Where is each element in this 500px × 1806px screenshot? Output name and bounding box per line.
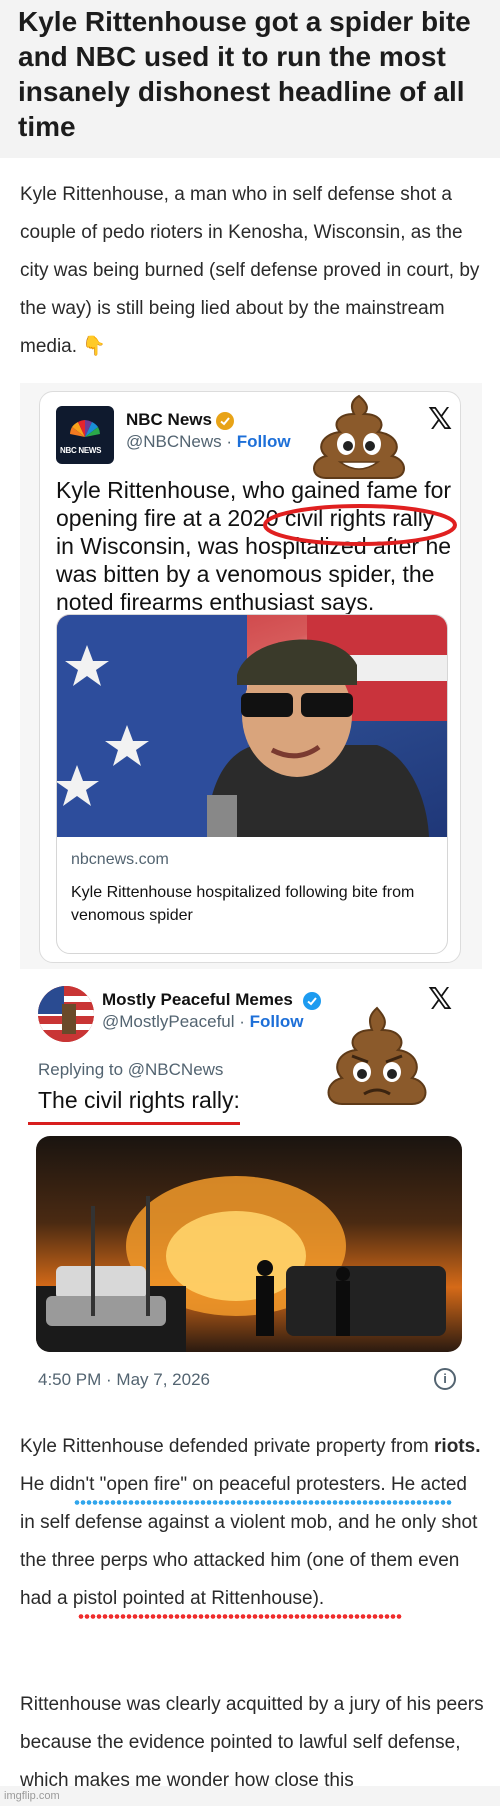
tweet-card-nbc[interactable]: NBC NEWS NBC News @NBCNews · Follow 𝕏 Ky… bbox=[39, 391, 461, 963]
link-domain: nbcnews.com bbox=[71, 851, 169, 868]
nbc-avatar-label: NBC NEWS bbox=[60, 446, 102, 455]
link-preview-image[interactable] bbox=[57, 615, 447, 837]
nbc-peacock-logo-icon bbox=[62, 420, 108, 452]
gold-verified-badge-icon bbox=[216, 412, 234, 430]
nbc-avatar[interactable]: NBC NEWS bbox=[56, 406, 114, 464]
riot-fire-photo[interactable] bbox=[36, 1136, 462, 1352]
intro-text: Kyle Rittenhouse, a man who in self defe… bbox=[20, 184, 480, 357]
x-logo-icon[interactable]: 𝕏 bbox=[428, 402, 452, 437]
headline-box: Kyle Rittenhouse got a spider bite and N… bbox=[0, 0, 500, 158]
follow-memes-button[interactable]: Follow bbox=[250, 1012, 304, 1031]
link-preview-card[interactable]: nbcnews.com Kyle Rittenhouse hospitalize… bbox=[56, 614, 448, 954]
handle-separator: · bbox=[234, 1012, 250, 1031]
info-icon[interactable]: i bbox=[434, 1368, 456, 1390]
poop-emoji-worried-icon bbox=[327, 1006, 427, 1105]
link-title: Kyle Rittenhouse hospitalized following … bbox=[71, 884, 415, 924]
imgflip-watermark: imgflip.com bbox=[4, 1790, 60, 1802]
body-paragraph-2: Kyle Rittenhouse defended private proper… bbox=[20, 1428, 485, 1618]
replying-to[interactable]: Replying to @NBCNews bbox=[38, 1060, 223, 1080]
para2-bold-word: riots. bbox=[434, 1436, 481, 1457]
body-paragraph-3: Rittenhouse was clearly acquitted by a j… bbox=[20, 1694, 484, 1791]
nbc-author-name[interactable]: NBC News bbox=[126, 410, 212, 430]
pointing-down-emoji: 👇 bbox=[82, 336, 106, 357]
photo-illustration bbox=[57, 615, 447, 837]
nbc-handle[interactable]: @NBCNews bbox=[126, 432, 222, 451]
red-dotted-underline-annotation bbox=[78, 1614, 402, 1619]
footer-bar bbox=[0, 1786, 500, 1806]
memes-tweet-text: The civil rights rally: bbox=[38, 1087, 240, 1113]
poop-emoji-smiling-icon bbox=[313, 394, 405, 479]
tweet-timestamp[interactable]: 4:50 PM · May 7, 2026 bbox=[38, 1370, 210, 1390]
tweet-embed-memes: Mostly Peaceful Memes @MostlyPeaceful · … bbox=[20, 972, 482, 1414]
red-underline-annotation bbox=[28, 1122, 240, 1125]
memes-handle[interactable]: @MostlyPeaceful bbox=[102, 1012, 235, 1031]
nbc-handle-row: @NBCNews · Follow bbox=[126, 432, 291, 452]
memes-avatar[interactable] bbox=[38, 986, 94, 1042]
para2-text-b: He didn't "open fire" on peaceful protes… bbox=[20, 1474, 478, 1609]
flag-avatar-icon bbox=[38, 986, 94, 1042]
para2-text-a: Kyle Rittenhouse defended private proper… bbox=[20, 1436, 435, 1457]
fire-scene-illustration bbox=[36, 1176, 446, 1352]
handle-separator: · bbox=[221, 432, 237, 451]
memes-handle-row: @MostlyPeaceful · Follow bbox=[102, 1012, 303, 1032]
tweet-embed-nbc: NBC NEWS NBC News @NBCNews · Follow 𝕏 Ky… bbox=[20, 383, 482, 969]
red-circle-annotation bbox=[263, 504, 457, 546]
tweet-card-memes[interactable]: Mostly Peaceful Memes @MostlyPeaceful · … bbox=[20, 972, 482, 1414]
blue-dotted-underline-annotation bbox=[74, 1500, 452, 1505]
article-headline: Kyle Rittenhouse got a spider bite and N… bbox=[18, 6, 471, 142]
memes-author-name[interactable]: Mostly Peaceful Memes bbox=[102, 990, 293, 1010]
follow-nbc-button[interactable]: Follow bbox=[237, 432, 291, 451]
intro-paragraph: Kyle Rittenhouse, a man who in self defe… bbox=[20, 176, 485, 366]
